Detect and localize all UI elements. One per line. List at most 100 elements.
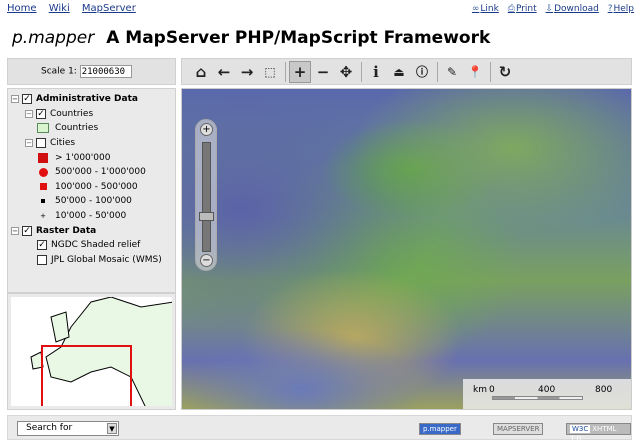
- zoom-selection-button[interactable]: ⬚: [259, 61, 281, 83]
- toolbar-divider: [285, 61, 286, 82]
- plus-icon: +: [293, 62, 307, 81]
- zoom-slider-handle[interactable]: [199, 212, 214, 221]
- mapserver-badge[interactable]: MAPSERVER: [493, 423, 544, 435]
- zoom-in-button[interactable]: +: [289, 60, 311, 83]
- layer-checkbox[interactable]: ✓: [37, 240, 47, 251]
- small-square-symbol-icon: [37, 199, 49, 204]
- zoom-out-button[interactable]: −: [312, 61, 334, 83]
- legend-class: > 1'000'000: [11, 150, 175, 165]
- arrow-left-icon: ←: [217, 62, 231, 81]
- nav-home-link[interactable]: Home: [7, 3, 37, 14]
- arrow-right-icon: →: [240, 62, 254, 81]
- layer-label: JPL Global Mosaic (WMS): [51, 254, 162, 265]
- top-nav: Home Wiki MapServer: [7, 3, 145, 14]
- class-label: 10'000 - 50'000: [55, 211, 127, 222]
- link-label: Link: [480, 4, 499, 14]
- search-select[interactable]: Search for ▼: [17, 421, 119, 436]
- polygon-symbol-icon: [37, 123, 49, 134]
- identify-button[interactable]: i: [365, 61, 387, 83]
- info-bubble-icon: ⓘ: [415, 65, 428, 79]
- scale-box: Scale 1:: [7, 58, 176, 85]
- legend-layer-cities: − Cities: [11, 136, 175, 151]
- legend-layer-ngdc: ✓ NGDC Shaded relief: [11, 238, 175, 253]
- nav-wiki-link[interactable]: Wiki: [49, 3, 70, 14]
- download-label: Download: [554, 4, 599, 14]
- pan-button[interactable]: ✥: [335, 61, 357, 83]
- link-button[interactable]: ∞Link: [472, 4, 499, 14]
- w3c-label: W3C: [570, 425, 591, 433]
- zoom-out-icon[interactable]: −: [200, 254, 213, 267]
- download-button[interactable]: ⇩Download: [546, 4, 599, 14]
- layer-label: Cities: [50, 138, 76, 149]
- refresh-button[interactable]: ↻: [494, 61, 516, 83]
- group-checkbox[interactable]: ✓: [22, 94, 32, 105]
- pin-icon: 📍: [467, 64, 483, 79]
- collapse-toggle[interactable]: −: [11, 226, 19, 235]
- refresh-icon: ↻: [498, 62, 512, 81]
- legend-class: 500'000 - 1'000'000: [11, 165, 175, 180]
- info-icon: i: [373, 62, 379, 81]
- zoom-in-icon[interactable]: +: [200, 123, 213, 136]
- measure-button[interactable]: ✎: [441, 61, 463, 83]
- link-icon: ∞: [471, 4, 480, 14]
- scale-bar-graphic: [492, 396, 583, 400]
- scale-input[interactable]: [79, 65, 132, 78]
- layer-label: Countries: [50, 108, 94, 119]
- group-checkbox[interactable]: ✓: [22, 225, 32, 236]
- zoom-slider-track[interactable]: [202, 142, 211, 252]
- help-button[interactable]: ?Help: [608, 4, 634, 14]
- layer-label: NGDC Shaded relief: [51, 240, 141, 251]
- auto-identify-button[interactable]: ⓘ: [411, 61, 433, 83]
- chevron-down-icon: ▼: [107, 423, 117, 434]
- legend-class: Countries: [11, 121, 175, 136]
- layer-checkbox[interactable]: ✓: [36, 108, 46, 119]
- top-links: ∞Link ⎙Print ⇩Download ?Help: [466, 4, 634, 14]
- collapse-toggle[interactable]: −: [25, 109, 33, 118]
- print-button[interactable]: ⎙Print: [508, 4, 537, 14]
- scale-tick: 0: [489, 385, 495, 395]
- home-button[interactable]: ⌂: [190, 61, 212, 83]
- overview-extent-box[interactable]: [41, 345, 132, 406]
- legend-group-raster: − ✓ Raster Data: [11, 223, 175, 238]
- overview-map[interactable]: [7, 293, 176, 410]
- large-square-symbol-icon: [37, 152, 49, 163]
- toolbar-divider: [437, 61, 438, 82]
- scale-tick: 400: [538, 385, 556, 395]
- download-icon: ⇩: [545, 4, 554, 14]
- layer-checkbox[interactable]: [36, 138, 46, 149]
- pan-icon: ✥: [339, 62, 353, 81]
- collapse-toggle[interactable]: −: [25, 139, 33, 148]
- back-button[interactable]: ←: [213, 61, 235, 83]
- group-label: Raster Data: [36, 225, 97, 236]
- legend-class: 50'000 - 100'000: [11, 194, 175, 209]
- class-label: 500'000 - 1'000'000: [55, 167, 146, 178]
- class-label: 50'000 - 100'000: [55, 196, 132, 207]
- collapse-toggle[interactable]: −: [11, 95, 19, 104]
- layer-checkbox[interactable]: [37, 254, 47, 265]
- pmapper-badge[interactable]: p.mapper: [419, 423, 461, 435]
- zoom-selection-icon: ⬚: [264, 64, 276, 79]
- search-select-value: Search for: [26, 423, 73, 433]
- group-label: Administrative Data: [36, 94, 138, 105]
- scale-label: Scale 1:: [41, 66, 77, 77]
- legend-tree: − ✓ Administrative Data − ✓ Countries Countr…: [7, 88, 176, 293]
- select-button[interactable]: ⏏: [388, 61, 410, 83]
- map-view[interactable]: + − km 0 400 800: [181, 88, 632, 410]
- class-label: Countries: [55, 123, 99, 134]
- help-icon: ?: [607, 4, 613, 14]
- overview-map-image[interactable]: [11, 297, 172, 406]
- cross-symbol-icon: +: [40, 212, 46, 221]
- select-icon: ⏏: [393, 64, 405, 79]
- zoom-slider[interactable]: + −: [195, 119, 217, 271]
- ruler-icon: ✎: [446, 64, 458, 79]
- scale-unit: km: [473, 385, 487, 395]
- xhtml-badge[interactable]: W3C XHTML 1.0: [566, 423, 631, 443]
- legend-class: +10'000 - 50'000: [11, 209, 175, 224]
- home-icon: ⌂: [195, 62, 207, 81]
- nav-mapserver-link[interactable]: MapServer: [82, 3, 136, 14]
- forward-button[interactable]: →: [236, 61, 258, 83]
- square-symbol-icon: [37, 183, 49, 191]
- legend-layer-jpl: JPL Global Mosaic (WMS): [11, 253, 175, 268]
- add-point-button[interactable]: 📍: [464, 61, 486, 83]
- legend-group-admin: − ✓ Administrative Data: [11, 92, 175, 107]
